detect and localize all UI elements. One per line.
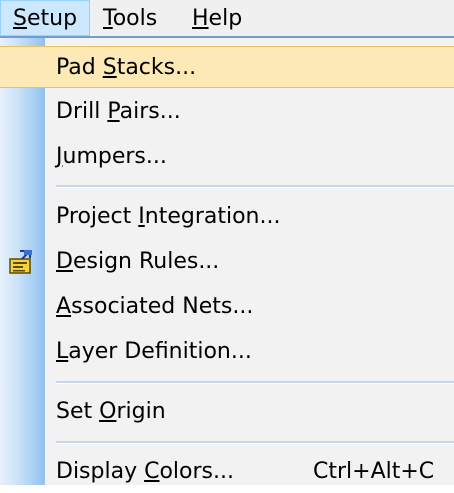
menu-tools-label: ools [112,6,158,31]
menu-item-pad-stacks[interactable]: Pad Stacks... [0,46,454,88]
menu-help[interactable]: Help [180,0,254,36]
menu-item-layer-definition[interactable]: Layer Definition... [0,331,454,373]
menu-item-label: Project Integration... [56,204,281,229]
menu-item-label: Drill Pairs... [56,99,181,124]
menu-help-label: elp [208,6,243,31]
menu-item-label: Set Origin [56,399,166,424]
menu-separator [56,185,454,188]
menu-item-label: Display Colors... [56,459,234,484]
menu-tools[interactable]: Tools [91,0,169,36]
menu-separator [56,381,454,384]
menu-setup-label: etup [26,6,78,31]
menu-item-display-colors[interactable]: Display Colors... Ctrl+Alt+C [0,451,454,493]
menu-item-associated-nets[interactable]: Associated Nets... [0,286,454,328]
menu-item-drill-pairs[interactable]: Drill Pairs... [0,91,454,133]
menu-item-label: Pad Stacks... [56,55,197,80]
menu-item-jumpers[interactable]: Jumpers... [0,136,454,178]
menu-item-label: Associated Nets... [56,294,254,319]
menu-item-label: Layer Definition... [56,339,252,364]
setup-dropdown-menu: Pad Stacks... Drill Pairs... Jumpers... … [0,36,454,485]
menu-item-set-origin[interactable]: Set Origin [0,391,454,433]
menu-item-design-rules[interactable]: Design Rules... [0,241,454,283]
design-rules-icon [9,250,32,274]
menu-setup[interactable]: Setup [0,0,91,36]
menu-bar: Setup Tools Help [0,0,454,36]
menu-item-label: Design Rules... [56,249,220,274]
menu-separator [56,441,454,444]
shortcut-text: Ctrl+Alt+C [313,459,435,484]
menu-item-label: Jumpers... [56,144,167,169]
menu-setup-key: S [13,6,27,31]
menu-item-project-integration[interactable]: Project Integration... [0,196,454,238]
menu-tools-key: T [103,6,113,31]
menu-help-key: H [192,6,209,31]
